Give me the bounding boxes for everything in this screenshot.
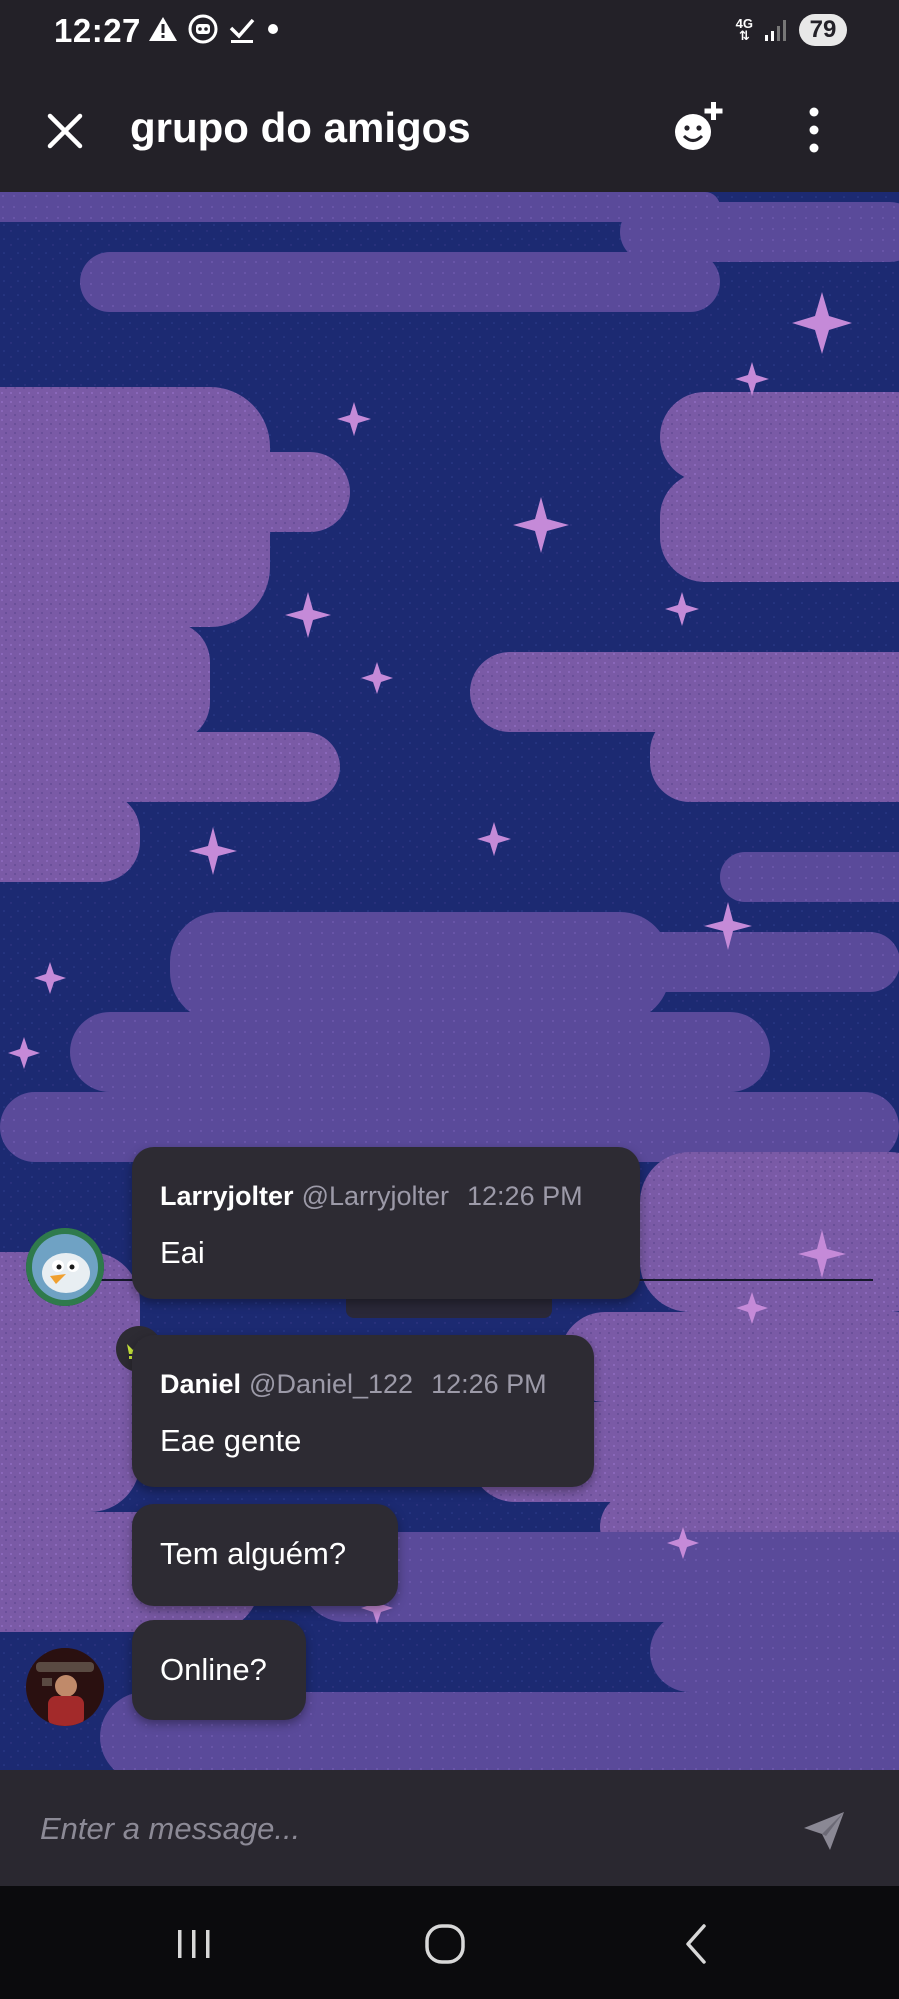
message-composer xyxy=(0,1770,899,1886)
message-bubble[interactable]: Tem alguém? xyxy=(132,1504,398,1606)
data-arrows-icon: ⇅ xyxy=(738,28,750,43)
status-icons-left xyxy=(148,14,280,44)
download-done-icon xyxy=(229,18,255,43)
penguin-avatar-icon xyxy=(26,1228,104,1306)
message-time: 12:26 PM xyxy=(431,1369,547,1399)
chat-header: grupo do amigos xyxy=(0,66,899,192)
dot-icon xyxy=(268,24,278,34)
status-icons-right: 4G ⇅ 79 xyxy=(736,14,847,46)
more-options-button[interactable] xyxy=(796,102,832,158)
back-button[interactable] xyxy=(666,1914,726,1974)
message-input[interactable] xyxy=(38,1800,762,1858)
back-icon xyxy=(686,1924,706,1964)
home-icon xyxy=(425,1924,465,1964)
soldier-avatar-icon xyxy=(26,1648,104,1726)
more-vertical-icon xyxy=(809,107,819,153)
chat-area[interactable]: Apr 11, 2026 Larryjolter@Larryjolter12:2… xyxy=(0,192,899,1770)
status-time: 12:27 xyxy=(54,12,141,49)
home-button[interactable] xyxy=(415,1914,475,1974)
avatar-daniel[interactable] xyxy=(26,1648,104,1726)
close-button[interactable] xyxy=(40,106,90,156)
message-text: Tem alguém? xyxy=(160,1536,347,1571)
message-header: Daniel @Daniel_122 12:26 PM xyxy=(160,1369,547,1400)
author-name[interactable]: Larryjolter xyxy=(160,1181,294,1211)
send-icon xyxy=(804,1812,844,1850)
author-handle: @Larryjolter xyxy=(301,1181,450,1211)
message-time: 12:26 PM xyxy=(467,1181,583,1211)
group-title: grupo do amigos xyxy=(130,104,471,151)
battery-level: 79 xyxy=(799,14,847,46)
add-emoji-icon xyxy=(675,102,723,150)
author-name[interactable]: Daniel xyxy=(160,1369,241,1399)
bot-icon xyxy=(188,14,218,44)
message-bubble[interactable]: Daniel @Daniel_122 12:26 PM Eae gente xyxy=(132,1335,594,1487)
signal-icon xyxy=(765,20,786,41)
author-handle: @Daniel_122 xyxy=(249,1369,414,1399)
message-bubble[interactable]: Online? xyxy=(132,1620,306,1720)
message-bubble[interactable]: Larryjolter @Larryjolter 12:26 PM Eai xyxy=(132,1147,640,1299)
avatar-larryjolter[interactable] xyxy=(26,1228,104,1306)
message-text: Online? xyxy=(160,1652,267,1687)
warning-icon xyxy=(149,17,177,41)
close-icon xyxy=(47,113,83,149)
system-navigation-bar xyxy=(0,1886,899,1999)
recents-icon xyxy=(178,1930,210,1958)
send-button[interactable] xyxy=(800,1806,848,1854)
network-indicator: 4G ⇅ xyxy=(736,17,753,43)
message-text: Eai xyxy=(160,1235,205,1270)
status-bar: 12:27 4G ⇅ 79 xyxy=(0,0,899,66)
message-header: Larryjolter @Larryjolter 12:26 PM xyxy=(160,1181,583,1212)
message-text: Eae gente xyxy=(160,1423,302,1458)
recents-button[interactable] xyxy=(164,1914,224,1974)
add-member-button[interactable] xyxy=(668,96,730,158)
